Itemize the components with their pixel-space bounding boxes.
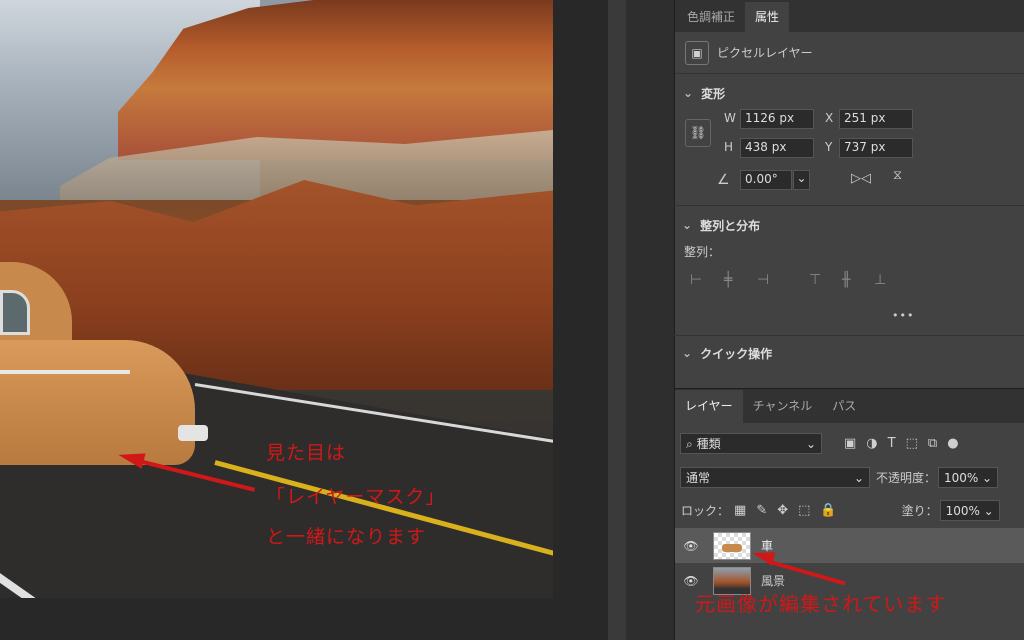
layer-name-landscape: 風景 [761, 574, 786, 588]
filter-type-icon[interactable]: T [888, 436, 896, 451]
document-canvas[interactable]: 見た目は 「レイヤーマスク」 と一緒になります [0, 0, 553, 598]
chevron-down-icon: ⌄ [683, 86, 694, 100]
layer-filter-select[interactable]: ⌕ 種類 ⌄ [680, 433, 822, 454]
car-window [0, 290, 30, 335]
chevron-down-icon: ⌄ [682, 218, 693, 232]
tab-adjustments[interactable]: 色調補正 [677, 2, 745, 32]
fill-value: 100% [945, 503, 980, 518]
car-bumper [178, 425, 208, 441]
transform-heading: 変形 [701, 86, 726, 101]
filter-label: 種類 [696, 437, 721, 451]
opacity-label: 不透明度： [876, 471, 937, 485]
properties-panel: 色調補正 属性 ▣ ピクセルレイヤー ⌄ 変形 [674, 0, 1024, 388]
more-options-icon[interactable]: ••• [892, 309, 914, 322]
car-trim [0, 370, 130, 374]
layer-thumbnail-car [713, 531, 751, 560]
blend-row: 通常 ⌄ 不透明度： 100% ⌄ [680, 467, 999, 488]
panel-dock-edge [626, 0, 674, 640]
transform-header[interactable]: ⌄ 変形 [675, 78, 1024, 108]
lock-row: ロック： ▦ ✎ ✥ ⬚ 🔒 塗り： 100% ⌄ [681, 500, 1000, 521]
quick-actions-heading: クイック操作 [700, 346, 773, 361]
panel-gutter [608, 0, 626, 640]
filter-row: ⌕ 種類 ⌄ ▣ ◑ T ⬚ ⧉ ● [680, 433, 964, 454]
tab-properties[interactable]: 属性 [745, 2, 790, 32]
angle-field[interactable]: 0.00° [740, 170, 792, 190]
annotation-line-1: 見た目は [266, 442, 347, 464]
align-middle-v-icon[interactable]: ╫ [842, 272, 850, 288]
divider [674, 205, 1024, 206]
blend-mode-select[interactable]: 通常 ⌄ [680, 467, 870, 488]
quick-actions-header[interactable]: ⌄ クイック操作 [674, 338, 772, 368]
fill-label: 塗り： [901, 504, 938, 518]
lock-all-icon[interactable]: 🔒 [820, 503, 836, 518]
opacity-field[interactable]: 100% ⌄ [938, 467, 999, 488]
lock-label: ロック： [681, 504, 730, 518]
filter-adjustment-icon[interactable]: ◑ [866, 436, 877, 451]
filter-image-icon[interactable]: ▣ [844, 436, 856, 451]
layers-annotation-text: 元画像が編集されています [695, 592, 947, 616]
width-field[interactable]: 1126 px [740, 109, 814, 129]
layer-type-row: ▣ ピクセルレイヤー [675, 32, 1024, 74]
properties-tabs: 色調補正 属性 [675, 0, 1024, 32]
filter-shape-icon[interactable]: ⬚ [906, 436, 918, 451]
w-label: W [724, 111, 736, 125]
lock-position-icon[interactable]: ✥ [777, 503, 788, 518]
car-body [0, 340, 195, 465]
angle-dropdown-chevron-down-icon[interactable]: ⌄ [793, 170, 810, 190]
divider [674, 335, 1024, 336]
link-icon[interactable]: ⛓ [685, 119, 711, 147]
h-label: H [724, 140, 734, 154]
tab-channels[interactable]: チャンネル [743, 390, 823, 423]
blend-mode-value: 通常 [686, 471, 711, 485]
flip-horizontal-icon[interactable]: ▷◁ [851, 171, 871, 186]
filter-toggle-icon[interactable]: ● [947, 436, 958, 451]
align-header[interactable]: ⌄ 整列と分布 [674, 210, 760, 240]
chevron-down-icon: ⌄ [853, 470, 864, 485]
chevron-down-icon: ⌄ [805, 436, 816, 451]
filter-smartobject-icon[interactable]: ⧉ [928, 436, 937, 451]
y-label: Y [825, 140, 833, 154]
image-icon: ▣ [685, 40, 709, 65]
opacity-value: 100% [944, 470, 979, 485]
eye-icon[interactable]: 👁 [679, 574, 703, 588]
search-icon: ⌕ [686, 437, 693, 451]
height-field[interactable]: 438 px [740, 138, 814, 158]
x-field[interactable]: 251 px [839, 109, 913, 129]
align-top-icon[interactable]: ⊤ [809, 272, 821, 288]
lock-artboard-icon[interactable]: ⬚ [798, 503, 810, 518]
lock-image-icon[interactable]: ✎ [756, 503, 767, 518]
fill-field[interactable]: 100% ⌄ [939, 500, 1000, 521]
layers-tabs: レイヤー チャンネル パス [675, 389, 1024, 423]
layer-row-car[interactable]: 👁 車 [675, 528, 1024, 563]
flip-vertical-icon[interactable]: ⧖ [893, 168, 902, 183]
align-heading: 整列と分布 [700, 218, 761, 233]
chevron-down-icon: ⌄ [981, 470, 993, 485]
align-bottom-icon[interactable]: ⊥ [874, 272, 886, 288]
chevron-down-icon: ⌄ [983, 503, 994, 518]
eye-icon[interactable]: 👁 [679, 539, 703, 553]
annotation-line-2: 「レイヤーマスク」 [266, 486, 446, 508]
chevron-down-icon: ⌄ [682, 346, 693, 360]
lock-transparent-icon[interactable]: ▦ [734, 503, 746, 518]
tab-paths[interactable]: パス [822, 390, 866, 423]
layer-type-label: ピクセルレイヤー [717, 46, 813, 60]
annotation-line-3: と一緒になります [266, 526, 427, 548]
tab-layers[interactable]: レイヤー [675, 390, 743, 423]
angle-icon: ∠ [717, 172, 730, 188]
x-label: X [825, 111, 834, 125]
y-field[interactable]: 737 px [839, 138, 913, 158]
align-center-h-icon[interactable]: ╪ [724, 272, 732, 288]
align-sublabel: 整列： [684, 245, 721, 259]
canvas-background [553, 0, 608, 640]
car-thumb-shape [722, 543, 742, 552]
align-left-icon[interactable]: ⊢ [690, 272, 702, 288]
align-right-icon[interactable]: ⊣ [757, 272, 769, 288]
